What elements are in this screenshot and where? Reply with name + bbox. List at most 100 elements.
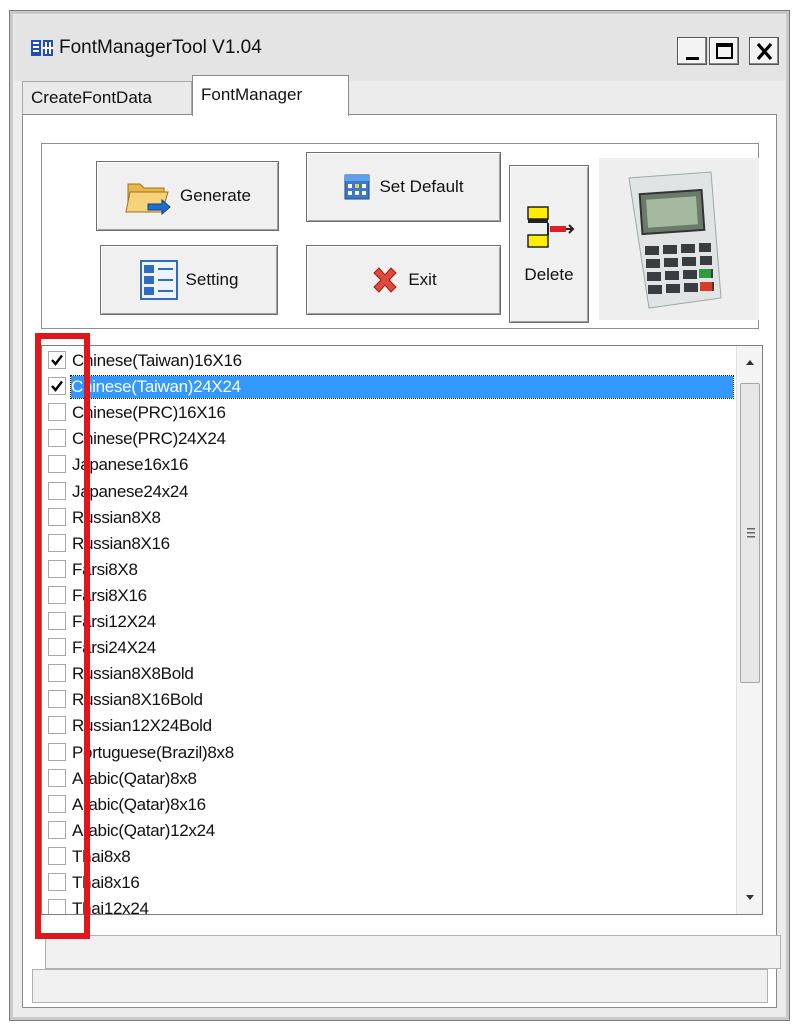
- list-item[interactable]: Thai8x8: [42, 844, 737, 870]
- list-item-label: Farsi12X24: [72, 612, 156, 631]
- delete-label: Delete: [524, 265, 574, 284]
- list-item-label: Chinese(PRC)16X16: [72, 403, 226, 423]
- title-bar[interactable]: FontManagerTool V1.04: [14, 15, 785, 81]
- window-title: FontManagerTool V1.04: [59, 37, 262, 58]
- close-icon: [756, 42, 773, 61]
- list-item[interactable]: Russian8X8Bold: [42, 661, 737, 687]
- list-item-label: Thai8x8: [72, 846, 131, 866]
- checkbox[interactable]: [48, 559, 66, 578]
- list-item-label: Russian8X16: [72, 533, 170, 553]
- list-item-label: Chinese(Taiwan)24X24: [70, 375, 734, 400]
- scroll-up-icon[interactable]: [737, 352, 763, 372]
- maximize-icon: [716, 43, 733, 59]
- checkbox[interactable]: [48, 664, 66, 683]
- checkbox[interactable]: [48, 377, 66, 396]
- status-bar-primary: [45, 935, 781, 969]
- scroll-down-icon[interactable]: [737, 888, 763, 908]
- list-item[interactable]: Chinese(Taiwan)24X24: [42, 374, 737, 400]
- list-item[interactable]: Arabic(Qatar)12x24: [42, 818, 737, 844]
- list-item[interactable]: Farsi12X24: [42, 609, 737, 635]
- list-item[interactable]: Farsi8X16: [42, 583, 737, 609]
- app-icon: [31, 40, 53, 56]
- tab-createfontdata[interactable]: CreateFontData: [22, 81, 192, 115]
- exit-button[interactable]: Exit: [306, 245, 501, 315]
- list-item-label: Chinese(Taiwan)16X16: [72, 351, 242, 370]
- checkbox[interactable]: [48, 846, 66, 865]
- list-item-label: Chinese(PRC)24X24: [72, 429, 226, 449]
- list-item[interactable]: Russian8X16: [42, 531, 737, 557]
- generate-button[interactable]: Generate: [96, 161, 279, 231]
- checkbox[interactable]: [48, 585, 66, 604]
- checkbox[interactable]: [48, 873, 66, 891]
- app-window: FontManagerTool V1.04 CreateFontData Fon…: [9, 10, 790, 1021]
- list-item[interactable]: Chinese(Taiwan)16X16: [42, 348, 737, 374]
- exit-label: Exit: [408, 270, 437, 289]
- delete-arrow-icon: [527, 206, 575, 248]
- checkbox[interactable]: [48, 533, 66, 552]
- checkbox[interactable]: [48, 429, 66, 448]
- minimize-icon: [686, 57, 699, 60]
- red-x-icon: [373, 267, 398, 293]
- list-item[interactable]: Russian8X8: [42, 505, 737, 531]
- fontmanager-page: Generate Set Default Setting Exit Delete…: [22, 114, 781, 1008]
- checkbox[interactable]: [48, 690, 66, 709]
- font-checklist-items: Chinese(Taiwan)16X16 Chinese(Taiwan)24X24…: [42, 348, 737, 914]
- list-item-label: Thai12x24: [72, 899, 149, 914]
- checkbox[interactable]: [48, 403, 66, 422]
- delete-button[interactable]: Delete: [509, 165, 589, 323]
- list-item[interactable]: Russian8X16Bold: [42, 687, 737, 713]
- list-item[interactable]: Japanese24x24: [42, 479, 737, 505]
- list-item-label: Farsi8X8: [72, 559, 138, 579]
- list-item[interactable]: Portuguese(Brazil)8x8: [42, 740, 737, 766]
- pos-terminal-icon: [628, 171, 722, 309]
- vertical-scrollbar[interactable]: [736, 346, 762, 914]
- list-item-label: Thai8x16: [72, 873, 140, 892]
- setting-button[interactable]: Setting: [100, 245, 278, 315]
- checkmark-icon: [51, 354, 63, 366]
- checkbox[interactable]: [48, 742, 66, 761]
- tab-fontmanager[interactable]: FontManager: [192, 75, 349, 116]
- list-item[interactable]: Chinese(PRC)16X16: [42, 400, 737, 426]
- checkbox[interactable]: [48, 507, 66, 526]
- tab-label: FontManager: [201, 85, 303, 104]
- checkbox[interactable]: [48, 612, 66, 630]
- list-item[interactable]: Japanese16x16: [42, 452, 737, 478]
- pos-terminal-image: [599, 158, 759, 320]
- set-default-label: Set Default: [379, 177, 464, 196]
- font-checklist[interactable]: Chinese(Taiwan)16X16 Chinese(Taiwan)24X24…: [41, 345, 763, 915]
- tab-strip: CreateFontData FontManager: [22, 75, 777, 116]
- settings-list-icon: [139, 260, 178, 300]
- list-item[interactable]: Russian12X24Bold: [42, 713, 737, 739]
- scroll-thumb[interactable]: [740, 383, 760, 683]
- tab-label: CreateFontData: [31, 88, 152, 107]
- checkbox[interactable]: [48, 899, 66, 914]
- checkbox[interactable]: [48, 716, 66, 735]
- generate-label: Generate: [180, 186, 251, 205]
- close-button[interactable]: [749, 37, 779, 65]
- folder-arrow-icon: [125, 183, 171, 216]
- list-item[interactable]: Arabic(Qatar)8x16: [42, 792, 737, 818]
- checkbox[interactable]: [48, 794, 66, 813]
- checkbox[interactable]: [48, 481, 66, 500]
- checkbox[interactable]: [48, 820, 66, 839]
- set-default-button[interactable]: Set Default: [306, 152, 501, 222]
- list-item[interactable]: Thai12x24: [42, 896, 737, 914]
- checkbox[interactable]: [48, 351, 66, 369]
- list-item-label: Arabic(Qatar)8x8: [72, 768, 197, 788]
- list-item[interactable]: Farsi8X8: [42, 557, 737, 583]
- list-item[interactable]: Thai8x16: [42, 870, 737, 896]
- list-item-label: Farsi24X24: [72, 638, 156, 658]
- checkbox[interactable]: [48, 638, 66, 657]
- checkmark-icon: [51, 380, 63, 392]
- maximize-button[interactable]: [709, 37, 739, 65]
- checkbox[interactable]: [48, 768, 66, 787]
- list-item-label: Russian8X16Bold: [72, 690, 203, 710]
- list-item[interactable]: Farsi24X24: [42, 635, 737, 661]
- checkbox[interactable]: [48, 455, 66, 474]
- minimize-button[interactable]: [677, 37, 707, 65]
- setting-label: Setting: [185, 270, 239, 289]
- list-item-label: Japanese24x24: [72, 481, 189, 501]
- list-item-label: Portuguese(Brazil)8x8: [72, 742, 234, 762]
- list-item[interactable]: Arabic(Qatar)8x8: [42, 766, 737, 792]
- list-item[interactable]: Chinese(PRC)24X24: [42, 426, 737, 452]
